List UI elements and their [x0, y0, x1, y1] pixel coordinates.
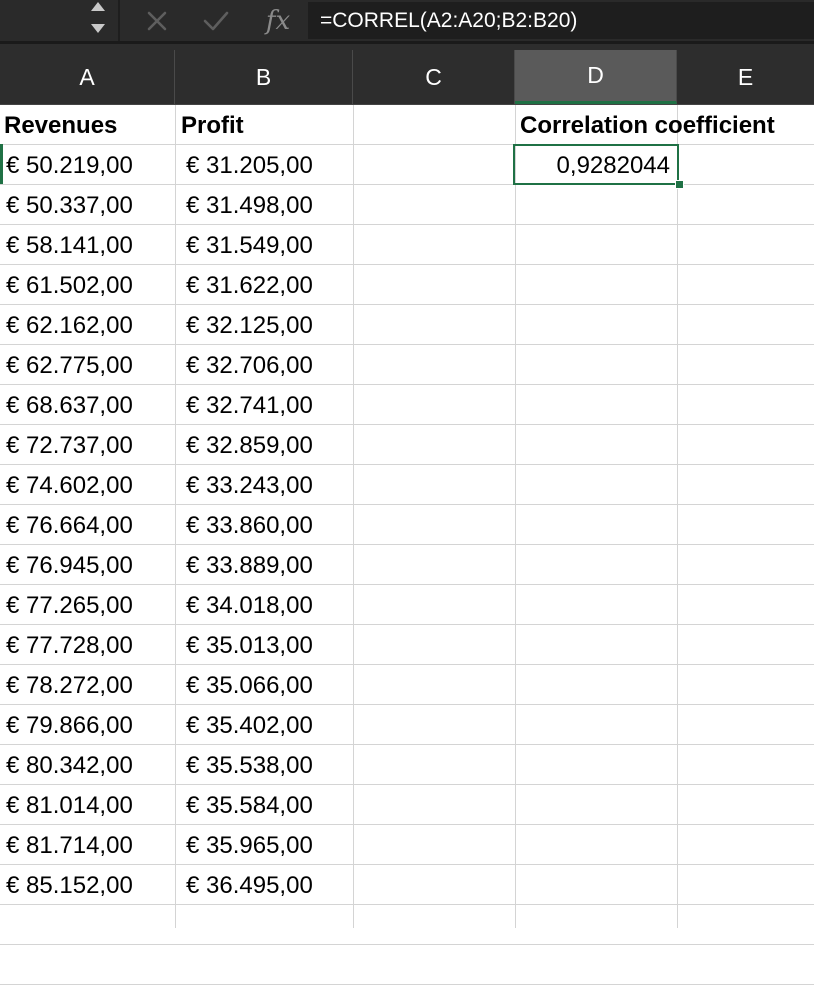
confirm-button[interactable]	[198, 0, 234, 41]
cell-revenue[interactable]: € 80.342,00	[6, 745, 133, 785]
cell-revenue[interactable]: € 76.664,00	[6, 505, 133, 545]
cell-revenue[interactable]: € 77.728,00	[6, 625, 133, 665]
cell-profit[interactable]: € 33.889,00	[186, 545, 313, 585]
cell-revenue[interactable]: € 76.945,00	[6, 545, 133, 585]
column-header-c[interactable]: C	[353, 50, 515, 104]
cell-profit[interactable]: € 35.013,00	[186, 625, 313, 665]
column-gridline	[677, 105, 678, 928]
active-row-marker	[0, 144, 3, 184]
cell-revenue[interactable]: € 61.502,00	[6, 265, 133, 305]
cell-profit[interactable]: € 32.859,00	[186, 425, 313, 465]
chevron-up-icon[interactable]	[91, 2, 105, 11]
cell-revenue[interactable]: € 77.265,00	[6, 585, 133, 625]
close-icon	[147, 11, 167, 30]
chevron-down-icon[interactable]	[91, 24, 105, 33]
cancel-button[interactable]	[140, 0, 174, 41]
cell-a1[interactable]: Revenues	[4, 105, 117, 145]
cell-profit[interactable]: € 36.495,00	[186, 865, 313, 905]
column-header-d[interactable]: D	[515, 50, 677, 104]
fill-handle[interactable]	[675, 180, 684, 189]
cell-revenue[interactable]: € 58.141,00	[6, 225, 133, 265]
cell-revenue[interactable]: € 74.602,00	[6, 465, 133, 505]
cell-revenue[interactable]: € 81.714,00	[6, 825, 133, 865]
cell-revenue[interactable]: € 72.737,00	[6, 425, 133, 465]
cell-b1[interactable]: Profit	[181, 105, 244, 145]
cell-profit[interactable]: € 32.706,00	[186, 345, 313, 385]
cell-profit[interactable]: € 31.498,00	[186, 185, 313, 225]
cell-profit[interactable]: € 35.584,00	[186, 785, 313, 825]
formula-bar-divider	[118, 0, 120, 41]
insert-function-button[interactable]: fx	[258, 0, 298, 41]
cell-revenue[interactable]: € 81.014,00	[6, 785, 133, 825]
name-box-stepper[interactable]	[84, 0, 114, 41]
cell-profit[interactable]: € 33.243,00	[186, 465, 313, 505]
cell-revenue[interactable]: € 78.272,00	[6, 665, 133, 705]
cell-revenue[interactable]: € 68.637,00	[6, 385, 133, 425]
cell-revenue[interactable]: € 79.866,00	[6, 705, 133, 745]
checkmark-icon	[203, 11, 229, 30]
cell-profit[interactable]: € 31.622,00	[186, 265, 313, 305]
row-gridline	[0, 944, 814, 945]
cell-revenue[interactable]: € 62.775,00	[6, 345, 133, 385]
cell-profit[interactable]: € 32.741,00	[186, 385, 313, 425]
cell-profit[interactable]: € 32.125,00	[186, 305, 313, 345]
column-header-e[interactable]: E	[677, 50, 814, 104]
column-gridline	[515, 105, 516, 928]
formula-text: =CORREL(A2:A20;B2:B20)	[320, 9, 578, 32]
column-header-b[interactable]: B	[175, 50, 353, 104]
cell-profit[interactable]: € 35.538,00	[186, 745, 313, 785]
cell-profit[interactable]: € 35.402,00	[186, 705, 313, 745]
column-header-a[interactable]: A	[0, 50, 175, 104]
active-cell-border	[513, 144, 679, 185]
cell-revenue[interactable]: € 50.337,00	[6, 185, 133, 225]
cell-revenue[interactable]: € 85.152,00	[6, 865, 133, 905]
cell-profit[interactable]: € 35.965,00	[186, 825, 313, 865]
formula-input[interactable]: =CORREL(A2:A20;B2:B20)	[308, 2, 814, 39]
cell-revenue[interactable]: € 50.219,00	[6, 145, 133, 185]
function-icon: fx	[265, 5, 291, 36]
column-gridline	[353, 105, 354, 928]
cell-profit[interactable]: € 31.549,00	[186, 225, 313, 265]
column-gridline	[175, 105, 176, 928]
cell-profit[interactable]: € 35.066,00	[186, 665, 313, 705]
cell-profit[interactable]: € 34.018,00	[186, 585, 313, 625]
cell-d1[interactable]: Correlation coefficient	[520, 105, 775, 145]
cell-profit[interactable]: € 31.205,00	[186, 145, 313, 185]
cell-profit[interactable]: € 33.860,00	[186, 505, 313, 545]
formula-bar: fx =CORREL(A2:A20;B2:B20)	[0, 0, 814, 44]
cell-revenue[interactable]: € 62.162,00	[6, 305, 133, 345]
